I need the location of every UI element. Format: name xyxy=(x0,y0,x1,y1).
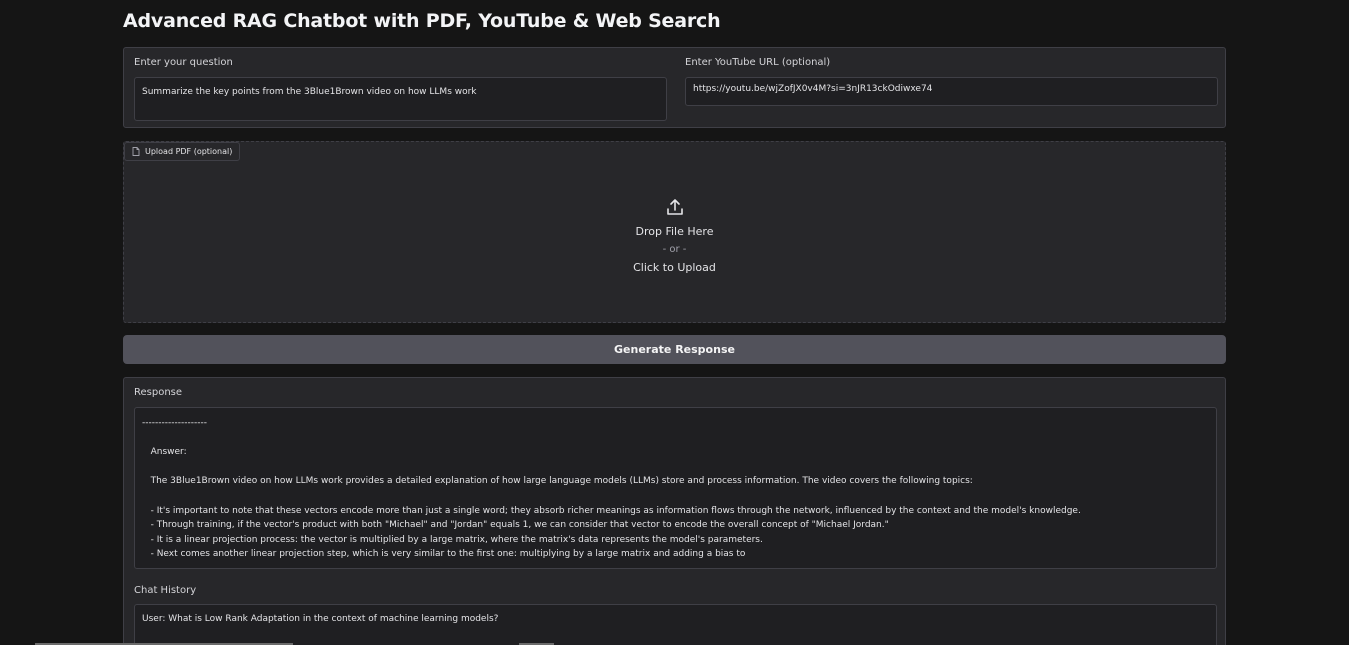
response-line: - Next comes another linear projection s… xyxy=(142,549,746,560)
youtube-url-input[interactable]: https://youtu.be/wjZofJX0v4M?si=3nJR13ck… xyxy=(685,77,1218,106)
file-icon xyxy=(132,147,140,156)
question-row: Enter your question Summarize the key po… xyxy=(123,47,1226,128)
upload-pdf-label: Upload PDF (optional) xyxy=(145,147,233,156)
response-textbox[interactable]: -------------------- Answer: The 3Blue1B… xyxy=(134,407,1217,569)
chat-history-line: User: What is Low Rank Adaptation in the… xyxy=(142,614,499,624)
response-line: - It is a linear projection process: the… xyxy=(142,534,763,545)
output-panel: Response -------------------- Answer: Th… xyxy=(123,377,1226,645)
response-line xyxy=(142,489,1209,504)
response-line: - Through training, if the vector's prod… xyxy=(142,520,889,531)
response-line: Answer: xyxy=(142,447,187,458)
or-text: - or - xyxy=(662,244,687,255)
response-label: Response xyxy=(134,387,183,398)
response-line: -------------------- xyxy=(142,418,207,428)
response-line xyxy=(142,431,1209,446)
upload-pdf-tag: Upload PDF (optional) xyxy=(124,142,241,161)
response-line: - It's important to note that these vect… xyxy=(142,505,1081,516)
response-line xyxy=(142,460,1209,475)
question-input[interactable]: Summarize the key points from the 3Blue1… xyxy=(134,77,667,121)
chat-history-label: Chat History xyxy=(134,585,197,596)
pdf-upload-dropzone[interactable]: Upload PDF (optional) Drop File Here - o… xyxy=(123,141,1226,323)
chat-history-textbox[interactable]: User: What is Low Rank Adaptation in the… xyxy=(134,604,1217,645)
click-to-upload-text[interactable]: Click to Upload xyxy=(124,259,1225,277)
drop-file-text: Drop File Here xyxy=(635,225,714,238)
generate-response-button[interactable]: Generate Response xyxy=(123,335,1226,364)
upload-icon xyxy=(666,199,683,215)
page-title: Advanced RAG Chatbot with PDF, YouTube &… xyxy=(123,10,721,32)
question-label: Enter your question xyxy=(134,57,233,68)
upload-prompt[interactable]: Drop File Here - or - Click to Upload xyxy=(124,197,1225,277)
response-line: The 3Blue1Brown video on how LLMs work p… xyxy=(142,476,973,487)
youtube-url-label: Enter YouTube URL (optional) xyxy=(685,57,831,68)
